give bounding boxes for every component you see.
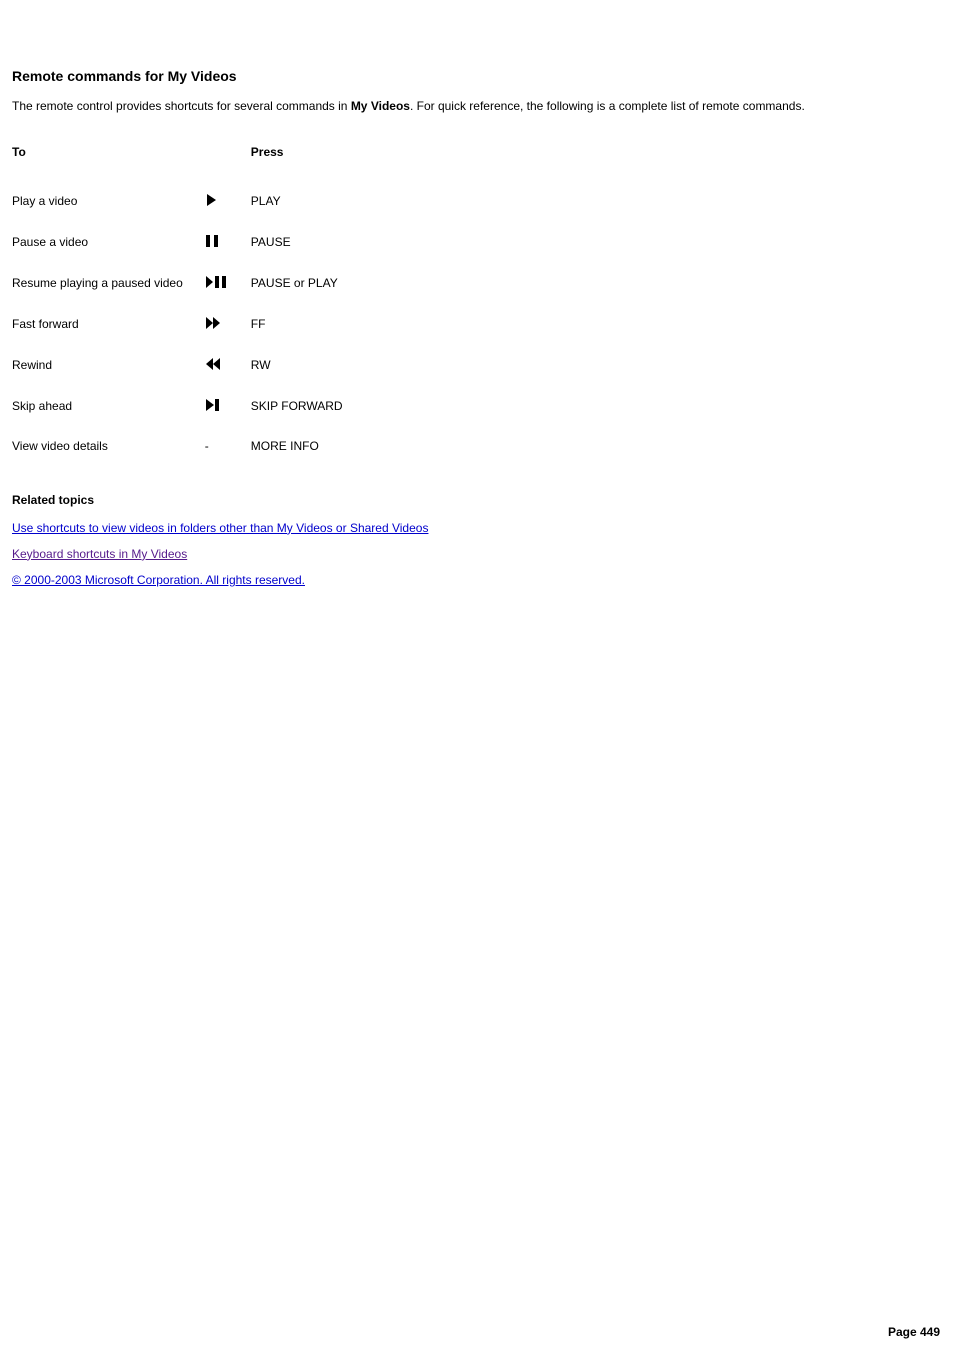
link-copyright[interactable]: © 2000-2003 Microsoft Corporation. All r…	[12, 573, 305, 587]
action-cell: Resume playing a paused video	[12, 263, 205, 304]
col-header-press: Press	[251, 139, 365, 181]
pause-icon	[205, 234, 219, 248]
col-header-to: To	[12, 139, 205, 181]
table-row: Fast forward FF	[12, 304, 365, 345]
table-row: Rewind RW	[12, 345, 365, 386]
press-cell: PAUSE	[251, 222, 365, 263]
icon-cell: -	[205, 427, 251, 465]
intro-pre: The remote control provides shortcuts fo…	[12, 99, 351, 113]
col-header-icon	[205, 139, 251, 181]
table-row: Play a video PLAY	[12, 181, 365, 222]
icon-cell	[205, 386, 251, 427]
icon-cell	[205, 222, 251, 263]
table-header-row: To Press	[12, 139, 365, 181]
page-number: Page 449	[888, 1325, 940, 1339]
press-cell: SKIP FORWARD	[251, 386, 365, 427]
play-icon	[205, 193, 217, 207]
link-shortcuts-other-folders[interactable]: Use shortcuts to view videos in folders …	[12, 521, 428, 535]
icon-cell	[205, 263, 251, 304]
related-topics-heading: Related topics	[12, 493, 942, 507]
press-cell: MORE INFO	[251, 427, 365, 465]
commands-table: To Press Play a video PLAY Pause a video…	[12, 139, 365, 465]
action-cell: Pause a video	[12, 222, 205, 263]
press-cell: FF	[251, 304, 365, 345]
table-row: Pause a video PAUSE	[12, 222, 365, 263]
table-row: Skip ahead SKIP FORWARD	[12, 386, 365, 427]
action-cell: Play a video	[12, 181, 205, 222]
fast-forward-icon	[205, 316, 223, 330]
table-row: View video details - MORE INFO	[12, 427, 365, 465]
action-cell: Fast forward	[12, 304, 205, 345]
icon-cell	[205, 345, 251, 386]
related-links: Use shortcuts to view videos in folders …	[12, 521, 942, 587]
page-heading: Remote commands for My Videos	[12, 68, 942, 84]
rewind-icon	[205, 357, 223, 371]
action-cell: View video details	[12, 427, 205, 465]
table-row: Resume playing a paused video PAUSE or P…	[12, 263, 365, 304]
press-cell: PLAY	[251, 181, 365, 222]
intro-bold: My Videos	[351, 99, 410, 113]
action-cell: Skip ahead	[12, 386, 205, 427]
dash-icon: -	[205, 439, 209, 453]
icon-cell	[205, 304, 251, 345]
press-cell: PAUSE or PLAY	[251, 263, 365, 304]
skip-forward-icon	[205, 398, 221, 412]
press-cell: RW	[251, 345, 365, 386]
action-cell: Rewind	[12, 345, 205, 386]
play-pause-icon	[205, 275, 227, 289]
intro-post: . For quick reference, the following is …	[410, 99, 805, 113]
intro-paragraph: The remote control provides shortcuts fo…	[12, 98, 942, 115]
link-keyboard-shortcuts[interactable]: Keyboard shortcuts in My Videos	[12, 547, 187, 561]
icon-cell	[205, 181, 251, 222]
